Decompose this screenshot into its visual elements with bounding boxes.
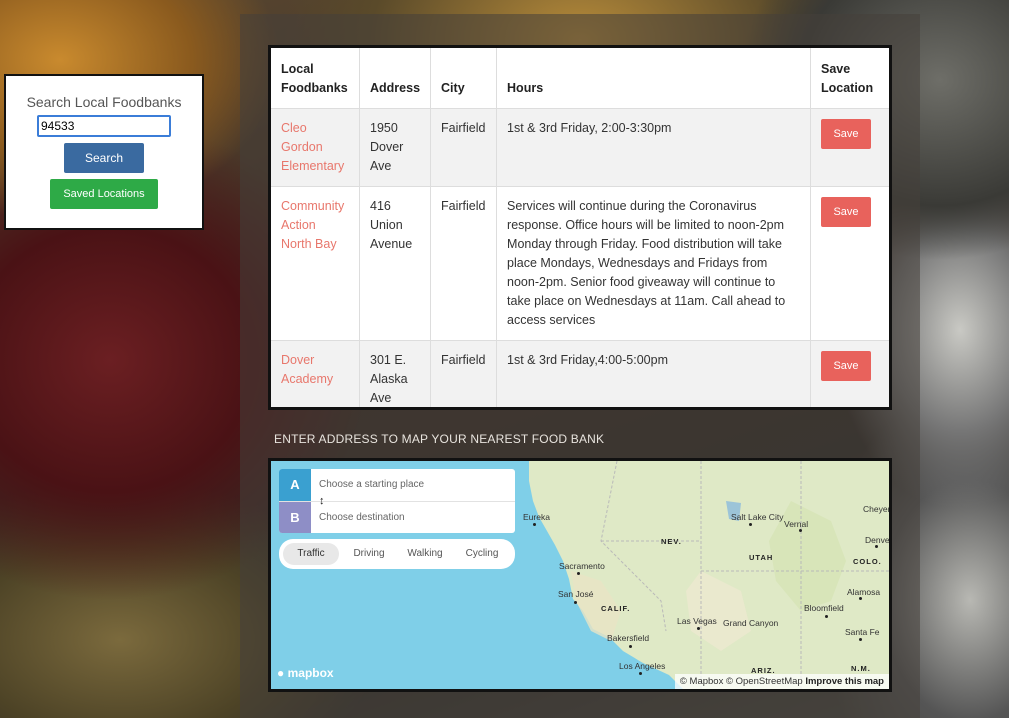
mode-driving[interactable]: Driving xyxy=(343,543,395,565)
search-panel: Search Local Foodbanks Search Saved Loca… xyxy=(4,74,204,230)
mapbox-logo[interactable]: ● mapbox xyxy=(277,666,334,680)
city-marker xyxy=(574,601,577,604)
map-canvas[interactable]: A Choose a starting place B Choose desti… xyxy=(268,458,892,692)
table-row: Cleo Gordon Elementary 1950 Dover Ave Fa… xyxy=(271,108,889,187)
attribution-text[interactable]: © Mapbox © OpenStreetMap xyxy=(680,676,803,687)
city-cell: Fairfield xyxy=(430,340,498,407)
destination-input[interactable]: Choose destination xyxy=(319,502,405,533)
address-cell: 1950 Dover Ave xyxy=(359,108,432,187)
state-label: NEV. xyxy=(661,537,682,546)
city-label: Salt Lake City xyxy=(731,512,784,522)
city-marker xyxy=(629,645,632,648)
table-row: Community Action North Bay 416 Union Ave… xyxy=(271,186,889,341)
improve-map-link[interactable]: Improve this map xyxy=(805,676,884,687)
search-button[interactable]: Search xyxy=(64,143,144,173)
saved-locations-button[interactable]: Saved Locations xyxy=(50,179,158,209)
foodbank-table: Local Foodbanks Address City Hours Save … xyxy=(268,45,892,410)
state-label: UTAH xyxy=(749,553,774,562)
header-hours: Hours xyxy=(496,48,811,109)
header-city: City xyxy=(430,48,498,109)
state-label: COLO. xyxy=(853,557,882,566)
mode-cycling[interactable]: Cycling xyxy=(455,543,509,565)
destination-marker-icon: B xyxy=(279,502,311,533)
city-marker xyxy=(749,523,752,526)
city-label: Bloomfield xyxy=(804,603,844,613)
mode-walking[interactable]: Walking xyxy=(399,543,451,565)
header-address: Address xyxy=(359,48,432,109)
city-label: Denve xyxy=(865,535,890,545)
save-button[interactable]: Save xyxy=(821,351,871,381)
city-label: Cheyer xyxy=(863,504,891,514)
city-marker xyxy=(825,615,828,618)
header-save-location: Save Location xyxy=(821,62,874,95)
zip-search-input[interactable] xyxy=(37,115,171,137)
save-button[interactable]: Save xyxy=(821,197,871,227)
destination-row[interactable]: B Choose destination xyxy=(279,501,515,533)
map-heading: ENTER ADDRESS TO MAP YOUR NEAREST FOOD B… xyxy=(274,432,605,446)
state-label: CALIF. xyxy=(601,604,631,613)
mapbox-logo-text: mapbox xyxy=(287,666,334,680)
city-cell: Fairfield xyxy=(430,186,498,341)
city-label: Alamosa xyxy=(847,587,881,597)
foodbank-link[interactable]: Cleo Gordon Elementary xyxy=(281,121,344,173)
city-label: Los Angeles xyxy=(619,661,666,671)
city-label: Grand Canyon xyxy=(723,618,779,628)
header-local-foodbanks: Local Foodbanks xyxy=(271,48,360,109)
mapbox-logo-icon: ● xyxy=(277,666,285,680)
origin-marker-icon: A xyxy=(279,469,311,501)
origin-input[interactable]: Choose a starting place xyxy=(319,469,424,501)
table-row: Dover Academy 301 E. Alaska Ave Fairfiel… xyxy=(271,340,889,407)
city-label: Sacramento xyxy=(559,561,605,571)
city-marker xyxy=(875,545,878,548)
directions-box: A Choose a starting place B Choose desti… xyxy=(279,469,515,533)
travel-mode-selector: Traffic Driving Walking Cycling xyxy=(279,539,515,569)
city-marker xyxy=(577,572,580,575)
hours-cell: 1st & 3rd Friday, 2:00-3:30pm xyxy=(496,108,811,187)
table-header-row: Local Foodbanks Address City Hours Save … xyxy=(271,48,889,109)
city-label: San José xyxy=(558,589,594,599)
foodbank-link[interactable]: Community Action North Bay xyxy=(281,199,344,251)
save-button[interactable]: Save xyxy=(821,119,871,149)
city-label: Las Vegas xyxy=(677,616,717,626)
mode-traffic[interactable]: Traffic xyxy=(283,543,339,565)
city-label: Bakersfield xyxy=(607,633,650,643)
city-marker xyxy=(799,529,802,532)
hours-cell: 1st & 3rd Friday,4:00-5:00pm xyxy=(496,340,811,407)
swap-icon[interactable]: ↕ xyxy=(319,495,325,507)
address-cell: 301 E. Alaska Ave xyxy=(359,340,432,407)
state-label: N.M. xyxy=(851,664,871,673)
city-marker xyxy=(697,627,700,630)
city-cell: Fairfield xyxy=(430,108,498,187)
origin-row[interactable]: A Choose a starting place xyxy=(279,469,515,501)
city-marker xyxy=(639,672,642,675)
city-label: Vernal xyxy=(784,519,809,529)
search-title: Search Local Foodbanks xyxy=(26,94,182,110)
hours-cell: Services will continue during the Corona… xyxy=(496,186,811,341)
city-marker xyxy=(859,597,862,600)
foodbank-link[interactable]: Dover Academy xyxy=(281,353,333,386)
city-marker xyxy=(533,523,536,526)
address-cell: 416 Union Avenue xyxy=(359,186,432,341)
map-attribution: © Mapbox © OpenStreetMap Improve this ma… xyxy=(674,674,889,689)
city-marker xyxy=(859,638,862,641)
city-label: Eureka xyxy=(523,512,550,522)
city-label: Santa Fe xyxy=(845,627,880,637)
